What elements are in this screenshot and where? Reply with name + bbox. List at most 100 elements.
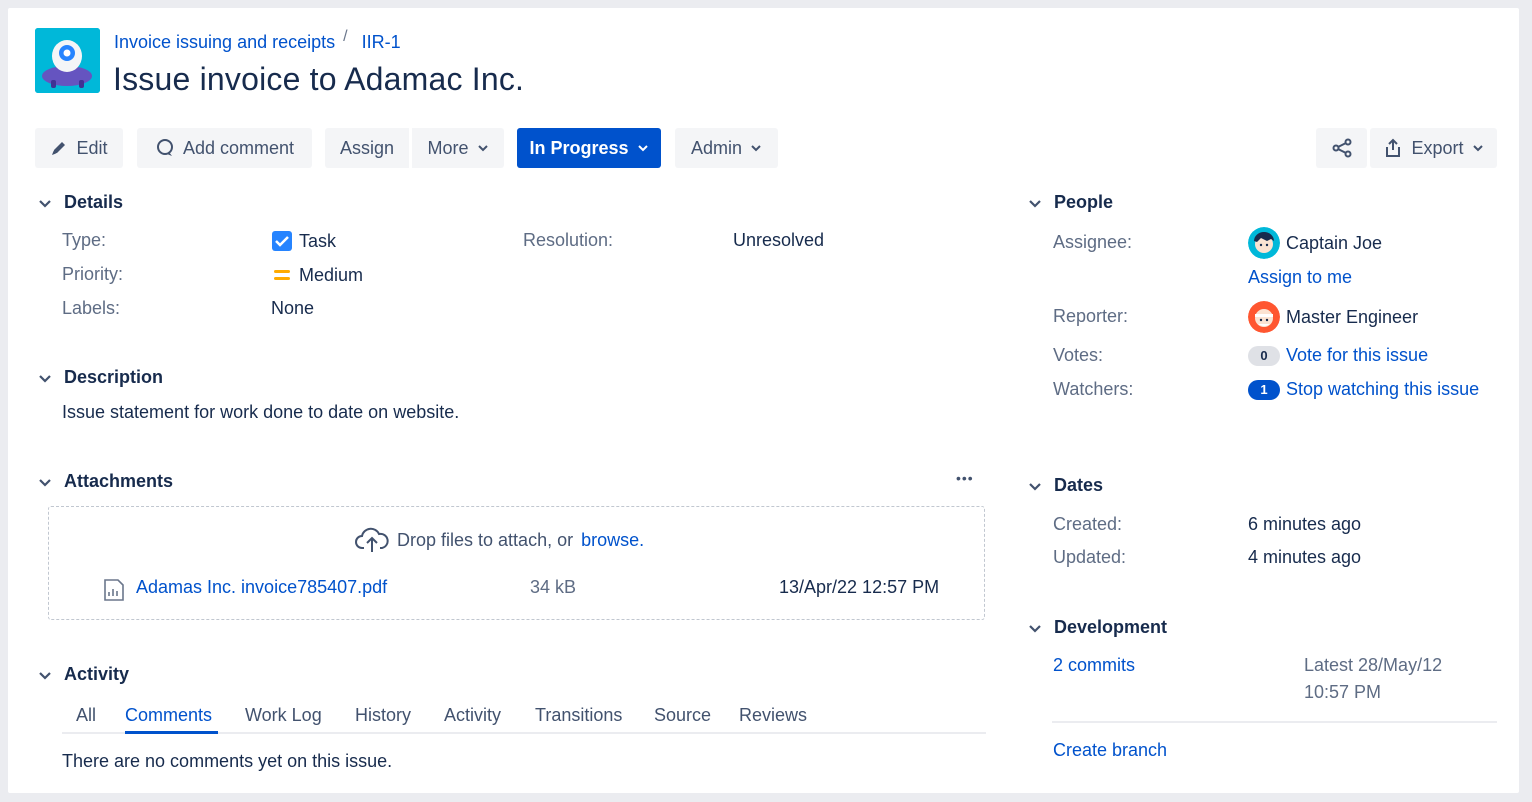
tab-activity[interactable]: Activity — [444, 705, 501, 726]
details-heading: Details — [64, 192, 124, 212]
description-text[interactable]: Issue statement for work done to date on… — [62, 402, 459, 423]
chevron-down-icon — [637, 145, 648, 152]
commits-link-text: 2 commits — [1053, 655, 1136, 675]
latest-commit-time: 10:57 PM — [1304, 682, 1382, 702]
chevron-down-icon — [1472, 145, 1483, 152]
chevron-down-icon — [477, 145, 488, 152]
share-icon — [1332, 138, 1351, 158]
watchers-value: 1 Stop watching this issue — [1248, 379, 1479, 400]
commits-link[interactable]: 2 commits — [1053, 655, 1135, 676]
cloud-upload-icon — [355, 527, 389, 552]
assign-button-label: Assign — [339, 137, 395, 158]
breadcrumb-separator: / — [343, 28, 348, 45]
details-section-toggle[interactable]: Details — [36, 192, 123, 213]
description-section-toggle[interactable]: Description — [36, 367, 163, 388]
assign-button[interactable]: Assign — [325, 128, 409, 168]
watchers-label: Watchers: — [1053, 379, 1134, 399]
breadcrumb: Invoice issuing and receipts / IIR-1 — [114, 28, 401, 53]
priority-value-text: Medium — [299, 264, 364, 285]
more-dropdown-button[interactable]: More — [412, 128, 504, 168]
status-button-label: In Progress — [529, 137, 629, 158]
labels-value: None — [271, 298, 315, 318]
dates-section-toggle[interactable]: Dates — [1026, 475, 1103, 496]
attachments-heading: Attachments — [64, 471, 174, 491]
drop-hint: Drop files to attach, or browse. — [355, 526, 644, 554]
latest-commit-date: Latest 28/May/12 — [1304, 655, 1443, 675]
people-heading: People — [1054, 192, 1114, 212]
attachment-row: Adamas Inc. invoice785407.pdf 34 kB 13/A… — [103, 577, 963, 603]
export-button-label: Export — [1411, 137, 1464, 158]
chevron-down-icon — [1026, 619, 1044, 637]
type-label: Type: — [62, 230, 107, 250]
priority-label: Priority: — [62, 264, 124, 284]
edit-button-label: Edit — [76, 137, 108, 158]
attachment-file-link[interactable]: Adamas Inc. invoice785407.pdf — [136, 577, 387, 598]
attachments-more-options-icon[interactable]: ••• — [956, 470, 974, 486]
development-heading: Development — [1054, 617, 1168, 637]
assign-to-me-link[interactable]: Assign to me — [1248, 267, 1352, 288]
assignee-avatar — [1248, 227, 1280, 259]
attachment-file-size: 34 kB — [530, 577, 577, 597]
resolution-value: Unresolved — [733, 230, 825, 250]
no-comments-text: There are no comments yet on this issue. — [62, 751, 393, 771]
development-divider — [1052, 721, 1497, 723]
chevron-down-icon — [36, 369, 54, 387]
resolution-label: Resolution: — [523, 230, 614, 250]
type-value-text: Task — [299, 230, 337, 251]
reporter-value[interactable]: Master Engineer — [1248, 301, 1418, 333]
add-comment-button[interactable]: Add comment — [137, 128, 312, 168]
activity-tabs: All Comments Work Log History Activity T… — [62, 702, 986, 734]
tab-source[interactable]: Source — [654, 705, 711, 726]
assignee-value[interactable]: Captain Joe — [1248, 227, 1382, 259]
stop-watching-link[interactable]: Stop watching this issue — [1286, 379, 1479, 400]
share-button[interactable] — [1316, 128, 1367, 168]
attachments-section-toggle[interactable]: Attachments — [36, 471, 173, 492]
more-button-label: More — [427, 137, 469, 158]
watchers-count-badge: 1 — [1248, 379, 1280, 400]
attachment-file-date: 13/Apr/22 12:57 PM — [779, 577, 940, 597]
admin-dropdown-button[interactable]: Admin — [675, 128, 778, 168]
reporter-label: Reporter: — [1053, 306, 1129, 326]
tab-comments[interactable]: Comments — [125, 705, 212, 726]
tab-all[interactable]: All — [76, 705, 96, 726]
votes-count-badge: 0 — [1248, 345, 1280, 366]
activity-section-toggle[interactable]: Activity — [36, 664, 129, 685]
assignee-name: Captain Joe — [1286, 232, 1383, 253]
updated-label: Updated: — [1053, 547, 1127, 567]
tab-transitions[interactable]: Transitions — [535, 705, 622, 726]
chevron-down-icon — [1026, 477, 1044, 495]
issue-page: Invoice issuing and receipts / IIR-1 Iss… — [8, 8, 1519, 793]
admin-button-label: Admin — [690, 137, 743, 158]
priority-medium-icon — [274, 270, 290, 280]
updated-value: 4 minutes ago — [1248, 547, 1362, 567]
tab-work-log[interactable]: Work Log — [245, 705, 322, 726]
add-comment-button-label: Add comment — [182, 137, 295, 158]
breadcrumb-issue-key-link[interactable]: IIR-1 — [362, 32, 401, 53]
file-icon — [104, 579, 124, 601]
votes-label: Votes: — [1053, 345, 1104, 365]
page-title: Issue invoice to Adamac Inc. — [113, 61, 525, 97]
project-avatar-icon[interactable] — [35, 28, 100, 93]
people-section-toggle[interactable]: People — [1026, 192, 1113, 213]
create-branch-link[interactable]: Create branch — [1053, 740, 1167, 761]
priority-value: Medium — [271, 264, 363, 286]
drop-hint-text: Drop files to attach, or — [397, 529, 574, 550]
export-icon — [1386, 138, 1401, 157]
development-section-toggle[interactable]: Development — [1026, 617, 1167, 638]
chevron-down-icon — [36, 194, 54, 212]
edit-button[interactable]: Edit — [35, 128, 123, 168]
created-label: Created: — [1053, 514, 1123, 534]
reporter-avatar — [1248, 301, 1280, 333]
chevron-down-icon — [1026, 194, 1044, 212]
status-in-progress-button[interactable]: In Progress — [517, 128, 661, 168]
type-value: Task — [271, 230, 336, 252]
vote-for-issue-link[interactable]: Vote for this issue — [1286, 345, 1428, 366]
export-dropdown-button[interactable]: Export — [1370, 128, 1497, 168]
tab-reviews[interactable]: Reviews — [739, 705, 807, 726]
attachment-dropzone[interactable]: Drop files to attach, or browse. Adamas … — [48, 506, 985, 620]
breadcrumb-project-link[interactable]: Invoice issuing and receipts — [114, 32, 335, 53]
browse-link[interactable]: browse. — [581, 530, 644, 551]
tab-history[interactable]: History — [355, 705, 411, 726]
pencil-icon — [52, 142, 66, 155]
chevron-down-icon — [751, 145, 761, 152]
